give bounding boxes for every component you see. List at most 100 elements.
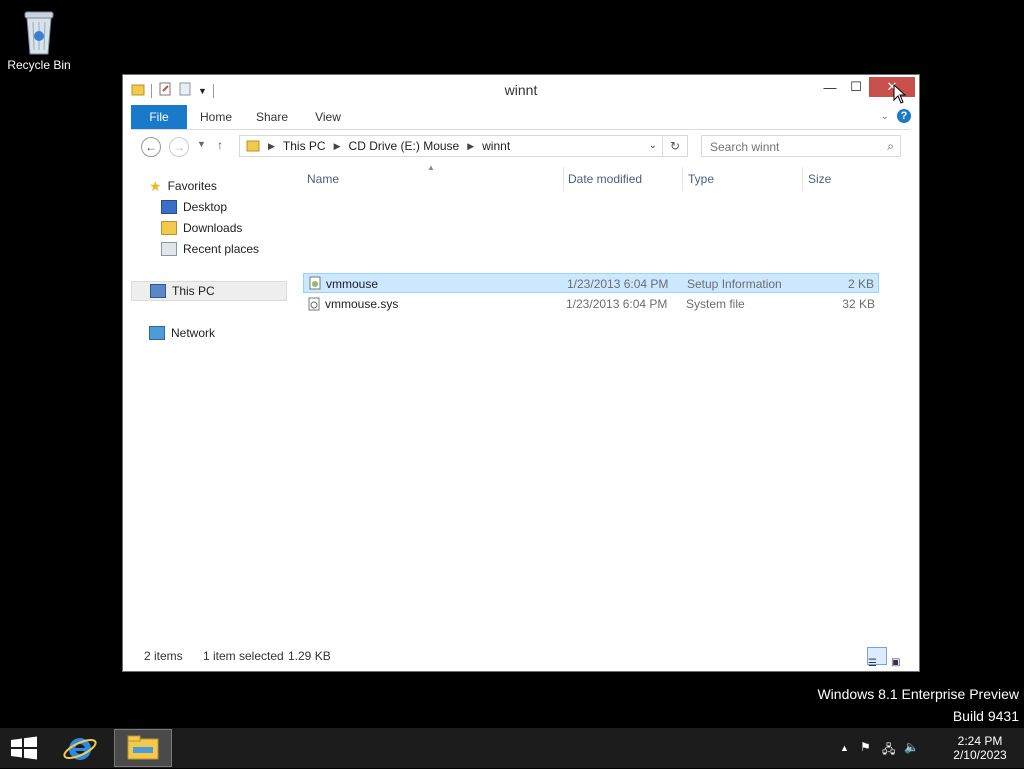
setup-info-file-icon	[308, 276, 322, 296]
clock[interactable]: 2:24 PM 2/10/2023	[950, 734, 1010, 762]
star-icon: ★	[149, 178, 162, 194]
nav-desktop-label: Desktop	[183, 200, 228, 214]
tab-file[interactable]: File	[131, 105, 187, 129]
forward-button[interactable]: →	[169, 137, 189, 157]
nav-this-pc-label: This PC	[172, 284, 215, 298]
details-view-button[interactable]: ☰	[867, 647, 887, 669]
nav-desktop[interactable]: Desktop	[161, 197, 227, 217]
breadcrumb-separator-icon[interactable]: ▶	[268, 141, 275, 152]
desktop-icon	[161, 200, 177, 214]
nav-recent-places-label: Recent places	[183, 242, 260, 256]
taskbar: ▲ ⚑ 🖧 🔈 2:24 PM 2/10/2023	[0, 728, 1024, 768]
computer-icon	[150, 284, 166, 298]
file-date: 1/23/2013 6:04 PM	[566, 297, 668, 311]
system-tray: ▲ ⚑ 🖧 🔈 2:24 PM 2/10/2023	[836, 728, 1016, 768]
recycle-bin-icon	[19, 6, 59, 56]
nav-recent-places[interactable]: Recent places	[161, 239, 259, 259]
file-name: vmmouse.sys	[325, 297, 399, 311]
back-button[interactable]: ←	[141, 137, 161, 157]
file-type: Setup Information	[687, 277, 782, 291]
maximize-icon: ☐	[850, 79, 862, 94]
file-type: System file	[686, 297, 745, 311]
breadcrumb-cd-drive[interactable]: CD Drive (E:) Mouse	[349, 139, 460, 153]
forward-arrow-icon: →	[173, 140, 185, 154]
clock-time: 2:24 PM	[957, 734, 1003, 748]
nav-network[interactable]: Network	[149, 323, 215, 343]
column-header-size[interactable]: Size	[804, 167, 878, 191]
downloads-icon	[161, 221, 177, 235]
recent-places-icon	[161, 242, 177, 256]
title-bar[interactable]: ▼ winnt — ☐ ✕	[123, 75, 919, 105]
file-size: 32 KB	[842, 297, 875, 311]
window-title: winnt	[504, 82, 538, 98]
help-icon[interactable]: ?	[897, 109, 911, 123]
address-dropdown-icon[interactable]: ⌄	[649, 140, 657, 151]
status-selection: 1 item selected	[203, 649, 284, 663]
clock-date: 2/10/2023	[953, 748, 1007, 762]
nav-downloads[interactable]: Downloads	[161, 218, 242, 238]
mouse-cursor-icon	[893, 83, 907, 107]
file-row[interactable]: vmmouse 1/23/2013 6:04 PM Setup Informat…	[303, 273, 879, 293]
recycle-bin[interactable]: Recycle Bin	[4, 6, 74, 72]
watermark-edition: Windows 8.1 Enterprise Preview	[817, 686, 1019, 702]
recent-locations-dropdown[interactable]: ▼	[197, 139, 206, 149]
minimize-icon: —	[823, 79, 837, 95]
breadcrumb-winnt[interactable]: winnt	[482, 139, 510, 153]
watermark-build: Build 9431	[952, 708, 1019, 724]
tab-view[interactable]: View	[303, 105, 353, 129]
breadcrumb-this-pc[interactable]: This PC	[283, 139, 326, 153]
search-icon[interactable]: ⌕	[887, 139, 894, 154]
minimize-button[interactable]: —	[817, 77, 843, 97]
expand-ribbon-icon[interactable]: ⌄	[881, 111, 889, 122]
refresh-button[interactable]: ↻	[662, 136, 687, 156]
address-bar[interactable]: ▶ This PC ▶ CD Drive (E:) Mouse ▶ winnt …	[239, 135, 688, 157]
search-box[interactable]: ⌕	[701, 135, 901, 157]
os-watermark: Windows 8.1 Enterprise Preview Build 943…	[817, 683, 1019, 727]
folder-icon	[246, 138, 260, 155]
search-input[interactable]	[708, 139, 882, 155]
column-header-name[interactable]: Name	[303, 167, 564, 191]
start-button[interactable]	[10, 736, 38, 760]
network-icon	[149, 326, 165, 340]
file-row[interactable]: vmmouse.sys 1/23/2013 6:04 PM System fil…	[303, 294, 879, 314]
file-explorer-icon	[127, 735, 159, 760]
back-arrow-icon: ←	[145, 140, 157, 154]
breadcrumb-separator-icon[interactable]: ▶	[334, 141, 341, 152]
column-header-date[interactable]: Date modified	[564, 167, 683, 191]
file-name: vmmouse	[326, 277, 379, 291]
internet-explorer-icon	[63, 738, 97, 760]
nav-downloads-label: Downloads	[183, 221, 243, 235]
explorer-window: ▼ winnt — ☐ ✕ File Home Share View ⌄ ? ←…	[122, 74, 920, 672]
network-status-icon[interactable]: 🖧	[882, 740, 895, 761]
status-item-count: 2 items	[144, 649, 183, 663]
show-hidden-icons-icon[interactable]: ▲	[840, 743, 849, 753]
recycle-bin-label: Recycle Bin	[7, 58, 71, 72]
internet-explorer-button[interactable]	[60, 732, 100, 764]
breadcrumb-separator-icon[interactable]: ▶	[467, 141, 474, 152]
file-size: 2 KB	[847, 277, 874, 291]
file-date: 1/23/2013 6:04 PM	[567, 277, 669, 291]
navigation-bar: ← → ▼ ↑ ▶ This PC ▶ CD Drive (E:) Mouse …	[131, 133, 911, 163]
ribbon-controls: ⌄ ?	[881, 109, 911, 123]
tab-share[interactable]: Share	[245, 105, 299, 129]
status-bar: 2 items 1 item selected 1.29 KB ☰ ▣	[123, 641, 919, 671]
details-view-icon: ☰	[868, 658, 877, 669]
large-icons-view-button[interactable]: ▣	[891, 647, 911, 668]
file-list: ▲ Name Date modified Type Size vmmouse 1…	[303, 163, 879, 637]
column-header-type[interactable]: Type	[684, 167, 803, 191]
nav-network-label: Network	[171, 326, 216, 340]
ribbon: File Home Share View ⌄ ?	[131, 105, 911, 130]
nav-favorites-label: Favorites	[167, 179, 217, 193]
file-explorer-taskbar-button[interactable]	[114, 729, 172, 767]
up-arrow-icon: ↑	[217, 138, 223, 152]
nav-favorites[interactable]: ★ Favorites	[149, 176, 217, 196]
action-center-flag-icon[interactable]: ⚑	[860, 740, 871, 754]
status-selection-size: 1.29 KB	[288, 649, 331, 663]
up-button[interactable]: ↑	[217, 138, 223, 152]
nav-this-pc[interactable]: This PC	[131, 281, 287, 301]
volume-muted-icon[interactable]: 🔈	[904, 740, 919, 754]
system-file-icon	[307, 297, 321, 317]
tab-home[interactable]: Home	[191, 105, 241, 129]
maximize-button[interactable]: ☐	[843, 77, 869, 97]
close-button[interactable]: ✕	[869, 77, 915, 97]
